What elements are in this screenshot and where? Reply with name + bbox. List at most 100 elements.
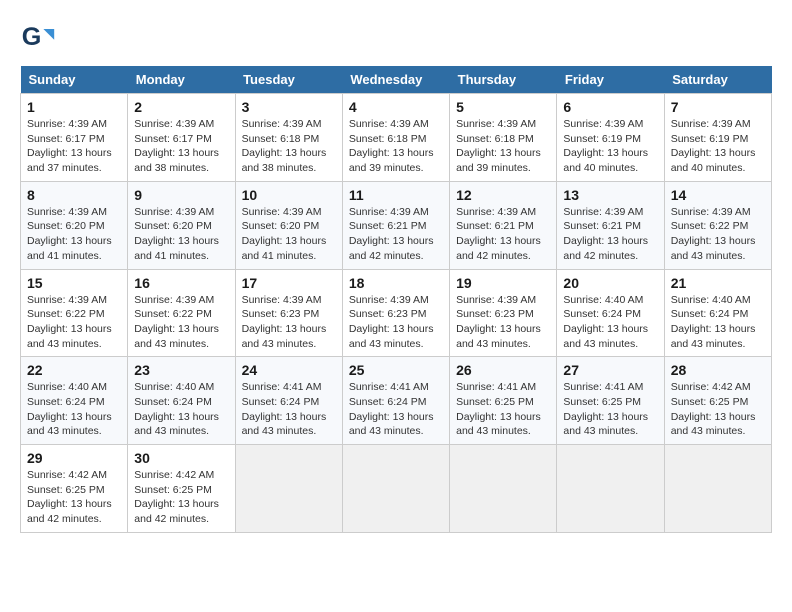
calendar-cell: 7Sunrise: 4:39 AM Sunset: 6:19 PM Daylig…: [664, 94, 771, 182]
day-info: Sunrise: 4:39 AM Sunset: 6:23 PM Dayligh…: [242, 293, 336, 352]
calendar-row: 22 Sunrise: 4:40 AM Sunset: 6:24 PM Dayli…: [21, 357, 772, 445]
day-info: Sunrise: 4:40 AM Sunset: 6:24 PM Dayligh…: [134, 380, 228, 439]
day-info: Sunrise: 4:39 AM Sunset: 6:20 PM Dayligh…: [134, 205, 228, 264]
day-info: Sunrise: 4:39 AM Sunset: 6:17 PM Dayligh…: [134, 117, 228, 176]
day-info: Sunrise: 4:42 AM Sunset: 6:25 PM Dayligh…: [27, 468, 121, 527]
calendar-cell: 11Sunrise: 4:39 AM Sunset: 6:21 PM Dayli…: [342, 181, 449, 269]
day-number: 12: [456, 187, 550, 203]
calendar-cell: 16 Sunrise: 4:39 AM Sunset: 6:22 PM Dayli…: [128, 269, 235, 357]
calendar-cell: 24 Sunrise: 4:41 AM Sunset: 6:24 PM Dayli…: [235, 357, 342, 445]
calendar-cell: 26 Sunrise: 4:41 AM Sunset: 6:25 PM Dayli…: [450, 357, 557, 445]
day-number: 23: [134, 362, 228, 378]
day-number: 15: [27, 275, 121, 291]
day-number: 5: [456, 99, 550, 115]
calendar-cell: 9 Sunrise: 4:39 AM Sunset: 6:20 PM Daylig…: [128, 181, 235, 269]
day-info: Sunrise: 4:39 AM Sunset: 6:20 PM Dayligh…: [242, 205, 336, 264]
day-number: 16: [134, 275, 228, 291]
calendar-table: SundayMondayTuesdayWednesdayThursdayFrid…: [20, 66, 772, 533]
day-info: Sunrise: 4:39 AM Sunset: 6:18 PM Dayligh…: [242, 117, 336, 176]
calendar-cell: 19Sunrise: 4:39 AM Sunset: 6:23 PM Dayli…: [450, 269, 557, 357]
day-number: 30: [134, 450, 228, 466]
day-number: 28: [671, 362, 765, 378]
day-info: Sunrise: 4:40 AM Sunset: 6:24 PM Dayligh…: [563, 293, 657, 352]
day-number: 22: [27, 362, 121, 378]
calendar-cell: 29 Sunrise: 4:42 AM Sunset: 6:25 PM Dayli…: [21, 445, 128, 533]
day-number: 4: [349, 99, 443, 115]
calendar-cell: 18 Sunrise: 4:39 AM Sunset: 6:23 PM Dayli…: [342, 269, 449, 357]
day-number: 2: [134, 99, 228, 115]
calendar-cell: 15 Sunrise: 4:39 AM Sunset: 6:22 PM Dayli…: [21, 269, 128, 357]
day-info: Sunrise: 4:41 AM Sunset: 6:25 PM Dayligh…: [563, 380, 657, 439]
calendar-row: 29 Sunrise: 4:42 AM Sunset: 6:25 PM Dayli…: [21, 445, 772, 533]
day-number: 1: [27, 99, 121, 115]
calendar-cell: 28 Sunrise: 4:42 AM Sunset: 6:25 PM Dayli…: [664, 357, 771, 445]
day-info: Sunrise: 4:39 AM Sunset: 6:21 PM Dayligh…: [349, 205, 443, 264]
day-info: Sunrise: 4:39 AM Sunset: 6:22 PM Dayligh…: [134, 293, 228, 352]
calendar-cell: [557, 445, 664, 533]
calendar-cell: 14Sunrise: 4:39 AM Sunset: 6:22 PM Dayli…: [664, 181, 771, 269]
day-info: Sunrise: 4:39 AM Sunset: 6:21 PM Dayligh…: [456, 205, 550, 264]
calendar-cell: 10 Sunrise: 4:39 AM Sunset: 6:20 PM Dayli…: [235, 181, 342, 269]
day-number: 20: [563, 275, 657, 291]
day-number: 10: [242, 187, 336, 203]
day-info: Sunrise: 4:41 AM Sunset: 6:24 PM Dayligh…: [242, 380, 336, 439]
day-number: 17: [242, 275, 336, 291]
calendar-cell: [342, 445, 449, 533]
day-number: 14: [671, 187, 765, 203]
day-info: Sunrise: 4:39 AM Sunset: 6:21 PM Dayligh…: [563, 205, 657, 264]
page-header: G: [20, 20, 772, 56]
day-number: 18: [349, 275, 443, 291]
day-number: 26: [456, 362, 550, 378]
weekday-header: Thursday: [450, 66, 557, 94]
day-number: 13: [563, 187, 657, 203]
day-number: 8: [27, 187, 121, 203]
day-number: 7: [671, 99, 765, 115]
calendar-cell: 12 Sunrise: 4:39 AM Sunset: 6:21 PM Dayli…: [450, 181, 557, 269]
calendar-cell: 3 Sunrise: 4:39 AM Sunset: 6:18 PM Daylig…: [235, 94, 342, 182]
calendar-cell: [450, 445, 557, 533]
day-info: Sunrise: 4:39 AM Sunset: 6:18 PM Dayligh…: [456, 117, 550, 176]
day-info: Sunrise: 4:39 AM Sunset: 6:23 PM Dayligh…: [456, 293, 550, 352]
day-info: Sunrise: 4:39 AM Sunset: 6:19 PM Dayligh…: [563, 117, 657, 176]
calendar-cell: 20 Sunrise: 4:40 AM Sunset: 6:24 PM Dayli…: [557, 269, 664, 357]
day-number: 27: [563, 362, 657, 378]
day-info: Sunrise: 4:39 AM Sunset: 6:18 PM Dayligh…: [349, 117, 443, 176]
day-number: 29: [27, 450, 121, 466]
day-number: 9: [134, 187, 228, 203]
svg-text:G: G: [22, 23, 42, 51]
logo-icon: G: [20, 20, 56, 56]
calendar-row: 15 Sunrise: 4:39 AM Sunset: 6:22 PM Dayli…: [21, 269, 772, 357]
calendar-cell: 23 Sunrise: 4:40 AM Sunset: 6:24 PM Dayli…: [128, 357, 235, 445]
day-info: Sunrise: 4:42 AM Sunset: 6:25 PM Dayligh…: [671, 380, 765, 439]
weekday-header: Friday: [557, 66, 664, 94]
calendar-cell: 27 Sunrise: 4:41 AM Sunset: 6:25 PM Dayli…: [557, 357, 664, 445]
day-number: 25: [349, 362, 443, 378]
day-info: Sunrise: 4:40 AM Sunset: 6:24 PM Dayligh…: [671, 293, 765, 352]
calendar-cell: 22 Sunrise: 4:40 AM Sunset: 6:24 PM Dayli…: [21, 357, 128, 445]
day-number: 24: [242, 362, 336, 378]
day-number: 21: [671, 275, 765, 291]
calendar-cell: 25 Sunrise: 4:41 AM Sunset: 6:24 PM Dayli…: [342, 357, 449, 445]
calendar-cell: 5 Sunrise: 4:39 AM Sunset: 6:18 PM Daylig…: [450, 94, 557, 182]
weekday-header: Saturday: [664, 66, 771, 94]
calendar-cell: 30 Sunrise: 4:42 AM Sunset: 6:25 PM Dayli…: [128, 445, 235, 533]
day-info: Sunrise: 4:42 AM Sunset: 6:25 PM Dayligh…: [134, 468, 228, 527]
calendar-cell: [235, 445, 342, 533]
calendar-cell: 21 Sunrise: 4:40 AM Sunset: 6:24 PM Dayli…: [664, 269, 771, 357]
day-info: Sunrise: 4:39 AM Sunset: 6:17 PM Dayligh…: [27, 117, 121, 176]
day-info: Sunrise: 4:39 AM Sunset: 6:23 PM Dayligh…: [349, 293, 443, 352]
day-info: Sunrise: 4:39 AM Sunset: 6:22 PM Dayligh…: [27, 293, 121, 352]
day-number: 3: [242, 99, 336, 115]
day-info: Sunrise: 4:41 AM Sunset: 6:25 PM Dayligh…: [456, 380, 550, 439]
calendar-row: 1 Sunrise: 4:39 AM Sunset: 6:17 PM Daylig…: [21, 94, 772, 182]
calendar-cell: 2 Sunrise: 4:39 AM Sunset: 6:17 PM Daylig…: [128, 94, 235, 182]
weekday-header: Monday: [128, 66, 235, 94]
calendar-row: 8 Sunrise: 4:39 AM Sunset: 6:20 PM Daylig…: [21, 181, 772, 269]
day-info: Sunrise: 4:40 AM Sunset: 6:24 PM Dayligh…: [27, 380, 121, 439]
day-info: Sunrise: 4:41 AM Sunset: 6:24 PM Dayligh…: [349, 380, 443, 439]
weekday-header: Sunday: [21, 66, 128, 94]
day-number: 6: [563, 99, 657, 115]
weekday-header: Tuesday: [235, 66, 342, 94]
day-info: Sunrise: 4:39 AM Sunset: 6:20 PM Dayligh…: [27, 205, 121, 264]
calendar-cell: 4 Sunrise: 4:39 AM Sunset: 6:18 PM Daylig…: [342, 94, 449, 182]
